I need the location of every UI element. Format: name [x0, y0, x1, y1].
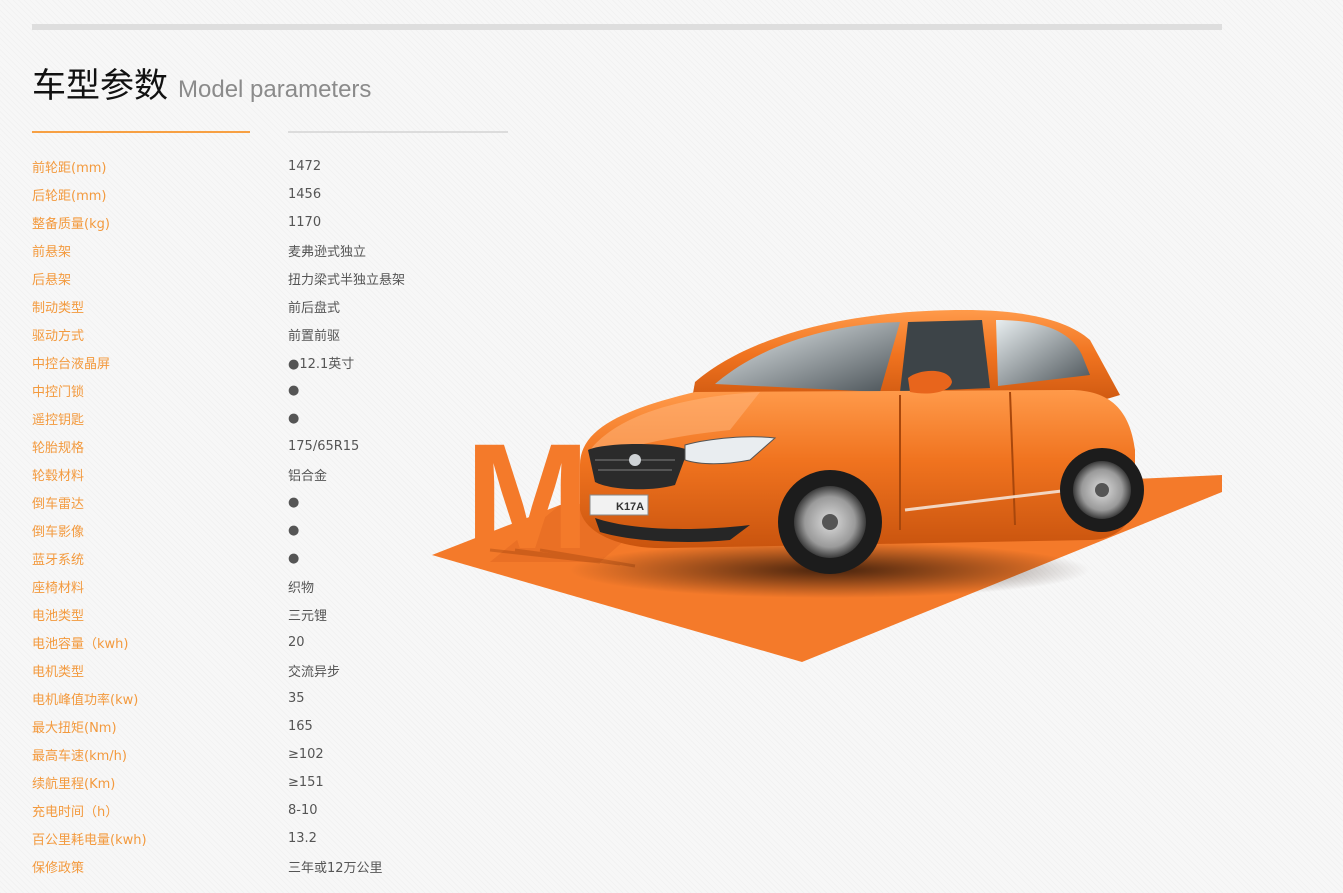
spec-value: 35: [288, 690, 305, 706]
spec-value: 铝合金: [288, 468, 328, 484]
spec-value: 麦弗逊式独立: [288, 244, 367, 260]
spec-value: ●: [288, 382, 300, 398]
spec-label: 整备质量(kg): [32, 216, 110, 232]
spec-label: 后轮距(mm): [32, 188, 107, 204]
spec-row: 电机峰值功率(kw) 35: [32, 684, 492, 712]
spec-value: 三年或12万公里: [288, 860, 383, 876]
spec-row: 倒车影像 ●: [32, 516, 492, 544]
spec-row: 电池类型 三元锂: [32, 600, 492, 628]
spec-label: 最大扭矩(Nm): [32, 720, 117, 736]
spec-label: 倒车影像: [32, 524, 85, 540]
spec-row: 轮胎规格 175/65R15: [32, 432, 492, 460]
spec-row: 后悬架 扭力梁式半独立悬架: [32, 264, 492, 292]
spec-value: 扭力梁式半独立悬架: [288, 272, 406, 288]
spec-label: 制动类型: [32, 300, 85, 316]
spec-value: 交流异步: [288, 664, 341, 680]
spec-label: 百公里耗电量(kwh): [32, 832, 147, 848]
spec-value: ≥102: [288, 746, 324, 762]
spec-label: 蓝牙系统: [32, 552, 85, 568]
spec-value: 1472: [288, 158, 322, 174]
car-illustration: M K17A: [430, 300, 1230, 670]
spec-label: 续航里程(Km): [32, 776, 116, 792]
spec-row: 保修政策 三年或12万公里: [32, 852, 492, 880]
spec-row: 座椅材料 织物: [32, 572, 492, 600]
front-wheel: [778, 470, 882, 574]
spec-value: ●: [288, 410, 300, 426]
spec-label: 后悬架: [32, 272, 72, 288]
spec-row: 电池容量（kwh) 20: [32, 628, 492, 656]
spec-value: ●: [288, 550, 300, 566]
spec-label: 电机类型: [32, 664, 85, 680]
spec-label: 保修政策: [32, 860, 85, 876]
spec-value: 8-10: [288, 802, 318, 818]
spec-value: 175/65R15: [288, 438, 360, 454]
spec-value: ●: [288, 494, 300, 510]
license-plate-text: K17A: [616, 501, 644, 513]
spec-row: 后轮距(mm) 1456: [32, 180, 492, 208]
spec-value: ≥151: [288, 774, 324, 790]
spec-label: 电池容量（kwh): [32, 636, 129, 652]
spec-value: 1170: [288, 214, 322, 230]
spec-row: 遥控钥匙 ●: [32, 404, 492, 432]
top-divider: [32, 24, 1222, 30]
spec-row: 最高车速(km/h) ≥102: [32, 740, 492, 768]
spec-value: 1456: [288, 186, 322, 202]
spec-row: 轮毂材料 铝合金: [32, 460, 492, 488]
spec-value: ●12.1英寸: [288, 356, 355, 372]
spec-value: 前后盘式: [288, 300, 341, 316]
spec-row: 前悬架 麦弗逊式独立: [32, 236, 492, 264]
spec-row: 最大扭矩(Nm) 165: [32, 712, 492, 740]
title-chinese: 车型参数: [32, 66, 168, 106]
spec-label: 电机峰值功率(kw): [32, 692, 139, 708]
spec-row: 中控台液晶屏 ●12.1英寸: [32, 348, 492, 376]
spec-label: 充电时间（h）: [32, 804, 119, 820]
spec-row: 整备质量(kg) 1170: [32, 208, 492, 236]
spec-value: 织物: [288, 580, 315, 596]
rear-wheel: [1060, 448, 1144, 532]
spec-list: 前轮距(mm) 1472 后轮距(mm) 1456 整备质量(kg) 1170 前悬架 麦弗逊…: [32, 152, 492, 880]
spec-row: 驱动方式 前置前驱: [32, 320, 492, 348]
spec-value: 前置前驱: [288, 328, 341, 344]
spec-label: 最高车速(km/h): [32, 748, 127, 764]
spec-label: 座椅材料: [32, 580, 85, 596]
spec-value: 20: [288, 634, 305, 650]
spec-label: 中控台液晶屏: [32, 356, 111, 372]
spec-value: 13.2: [288, 830, 317, 846]
spec-row: 百公里耗电量(kwh) 13.2: [32, 824, 492, 852]
spec-row: 中控门锁 ●: [32, 376, 492, 404]
spec-label: 轮胎规格: [32, 440, 85, 456]
spec-row: 续航里程(Km) ≥151: [32, 768, 492, 796]
spec-label: 电池类型: [32, 608, 85, 624]
spec-label: 驱动方式: [32, 328, 85, 344]
title-english: Model parameters: [178, 76, 372, 103]
spec-row: 充电时间（h） 8-10: [32, 796, 492, 824]
spec-value: 三元锂: [288, 608, 328, 624]
label-column-rule: [32, 131, 250, 133]
spec-row: 电机类型 交流异步: [32, 656, 492, 684]
spec-label: 前轮距(mm): [32, 160, 107, 176]
spec-label: 中控门锁: [32, 384, 85, 400]
spec-label: 前悬架: [32, 244, 72, 260]
spec-value: 165: [288, 718, 313, 734]
spec-row: 制动类型 前后盘式: [32, 292, 492, 320]
spec-value: ●: [288, 522, 300, 538]
spec-row: 蓝牙系统 ●: [32, 544, 492, 572]
spec-label: 倒车雷达: [32, 496, 85, 512]
section-title: 车型参数 Model parameters: [32, 58, 371, 108]
spec-row: 前轮距(mm) 1472: [32, 152, 492, 180]
spec-label: 遥控钥匙: [32, 412, 85, 428]
spec-label: 轮毂材料: [32, 468, 85, 484]
spec-row: 倒车雷达 ●: [32, 488, 492, 516]
value-column-rule: [288, 131, 508, 133]
